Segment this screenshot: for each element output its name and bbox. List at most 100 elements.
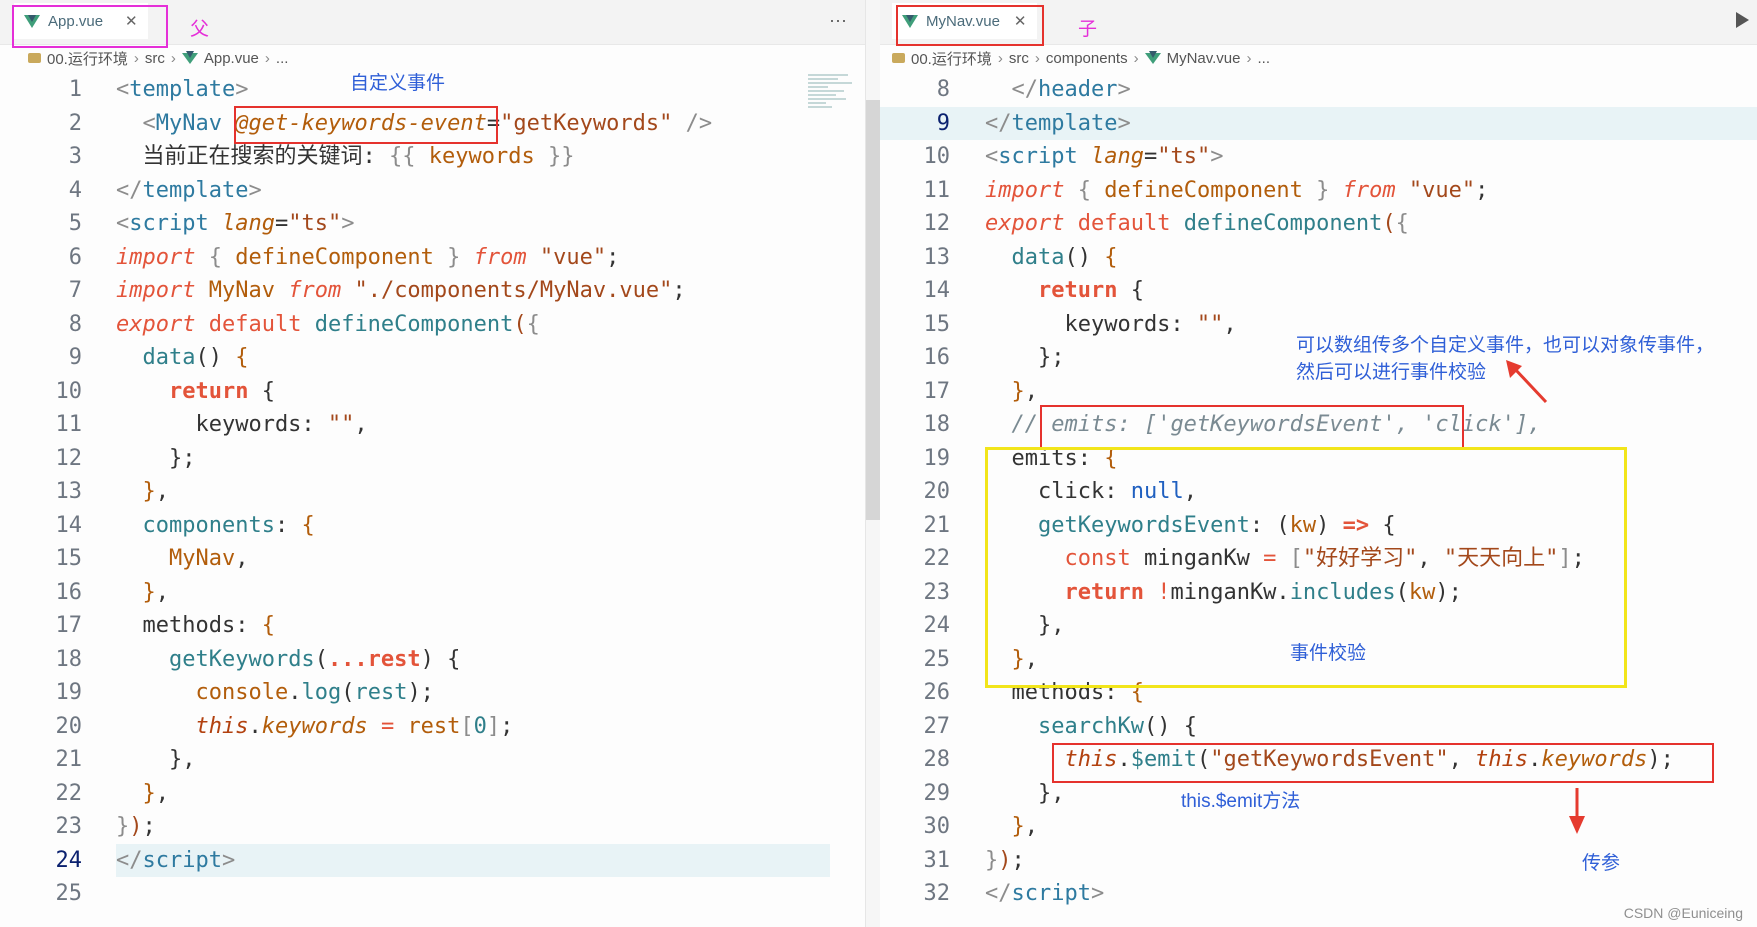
line-number: 26 [923,680,951,705]
code-line[interactable]: 7 import MyNav from "./components/MyNav.v… [0,274,865,308]
code-line[interactable]: 12 }; [0,442,865,476]
code-line[interactable]: 13 data() { [880,241,1757,275]
code-text[interactable]: import { defineComponent } from "vue"; [985,174,1488,208]
code-text[interactable]: export default defineComponent({ [116,308,540,342]
code-text[interactable]: <template> [116,73,248,107]
breadcrumb-item[interactable]: ... [1258,50,1271,67]
code-text[interactable]: export default defineComponent({ [985,207,1409,241]
code-line[interactable]: 4 </template> [0,174,865,208]
code-line[interactable]: 18 getKeywords(...rest) { [0,643,865,677]
line-number: 32 [923,881,951,906]
code-text[interactable]: return { [985,274,1144,308]
code-text[interactable]: keywords: "", [116,408,367,442]
code-line[interactable]: 10 return { [0,375,865,409]
code-text[interactable]: import { defineComponent } from "vue"; [116,241,619,275]
line-number: 15 [55,546,83,571]
code-text[interactable]: }, [116,576,170,610]
code-text[interactable]: }, [116,777,170,811]
scrollbar-thumb[interactable] [866,100,880,520]
code-line[interactable]: 3 当前正在搜索的关键词: {{ keywords }} [0,140,865,174]
breadcrumb-item[interactable]: 00.运行环境 [911,48,992,69]
code-text[interactable]: MyNav, [116,542,248,576]
run-icon[interactable] [1736,12,1749,28]
code-line[interactable]: 8 </header> [880,73,1757,107]
emit-method-annotation: this.$emit方法 [1181,791,1301,812]
code-text[interactable]: }, [985,810,1039,844]
code-text[interactable]: </template> [116,174,262,208]
code-text[interactable]: 当前正在搜索的关键词: {{ keywords }} [116,140,574,174]
code-line[interactable]: 25 [0,877,865,911]
code-line[interactable]: 24 </script> [0,843,865,878]
code-text[interactable]: searchKw() { [985,710,1197,744]
arrow-icon [1569,788,1585,834]
code-line[interactable]: 6 import { defineComponent } from "vue"; [0,241,865,275]
vue-file-icon [181,50,198,64]
code-line[interactable]: 11 import { defineComponent } from "vue"; [880,174,1757,208]
line-number: 10 [55,378,83,404]
code-text[interactable]: console.log(rest); [116,676,433,710]
line-number: 27 [923,713,951,739]
breadcrumb: 00.运行环境 › src › components › MyNav.vue ›… [880,46,1757,70]
code-text[interactable]: components: { [116,509,315,543]
code-text[interactable]: </script> [985,877,1104,911]
code-text[interactable]: data() { [985,241,1118,275]
code-line[interactable]: 21 }, [0,743,865,777]
code-line[interactable]: 23}); [0,810,865,844]
code-line[interactable]: 5 <script lang="ts"> [0,207,865,241]
code-text[interactable]: }, [985,375,1039,409]
code-text[interactable]: </script> [116,844,235,878]
code-line[interactable]: 15 MyNav, [0,542,865,576]
more-actions-icon[interactable]: ··· [829,10,847,31]
code-text[interactable]: </header> [985,73,1131,107]
code-text[interactable]: keywords: "", [985,308,1236,342]
pane-splitter[interactable] [865,0,881,927]
breadcrumb-item[interactable]: components [1046,50,1128,67]
code-line[interactable]: 30 }, [880,810,1757,844]
code-text[interactable]: this.keywords = rest[0]; [116,710,513,744]
code-line[interactable]: 17 methods: { [0,609,865,643]
code-text[interactable]: methods: { [116,609,274,643]
breadcrumb-item[interactable]: src [145,50,165,67]
code-line[interactable]: 22 }, [0,777,865,811]
code-line[interactable]: 14 return { [880,274,1757,308]
code-text[interactable]: </template> [985,107,1131,141]
code-line[interactable]: 8 export default defineComponent({ [0,308,865,342]
code-text[interactable]: <script lang="ts"> [985,140,1223,174]
code-line[interactable]: 14 components: { [0,509,865,543]
code-line[interactable]: 11 keywords: "", [0,408,865,442]
code-text[interactable]: }; [116,442,196,476]
code-line[interactable]: 10 <script lang="ts"> [880,140,1757,174]
pass-param-annotation: 传参 [1582,853,1621,874]
code-text[interactable]: data() { [116,341,249,375]
code-text[interactable]: return { [116,375,275,409]
code-text[interactable]: }, [116,743,196,777]
code-line[interactable]: 12 export default defineComponent({ [880,207,1757,241]
code-line[interactable]: 9 data() { [0,341,865,375]
breadcrumb-item[interactable]: App.vue [204,50,259,67]
code-line[interactable]: 13 }, [0,475,865,509]
code-line[interactable]: 9 </template> [880,106,1757,141]
line-number: 10 [923,144,951,169]
line-number: 16 [55,579,83,605]
line-number: 21 [55,747,83,772]
code-line[interactable]: 16 }, [0,576,865,610]
code-line[interactable]: 20 this.keywords = rest[0]; [0,710,865,744]
chevron-right-icon: › [1034,49,1040,67]
code-text[interactable]: }, [116,475,170,509]
code-text[interactable]: <script lang="ts"> [116,207,354,241]
breadcrumb-item[interactable]: 00.运行环境 [47,48,128,69]
code-text[interactable]: }); [116,810,156,844]
breadcrumb-item[interactable]: ... [276,50,289,67]
code-line[interactable]: 27 searchKw() { [880,710,1757,744]
code-text[interactable]: import MyNav from "./components/MyNav.vu… [116,274,686,308]
code-line[interactable]: 19 console.log(rest); [0,676,865,710]
breadcrumb-item[interactable]: MyNav.vue [1167,50,1241,67]
line-number: 22 [923,546,951,571]
code-lines[interactable]: 1 <template> 2 <MyNav @get-keywords-event=… [0,73,865,911]
chevron-right-icon: › [133,49,139,67]
code-line[interactable]: 31}); [880,844,1757,878]
code-text[interactable]: getKeywords(...rest) { [116,643,460,677]
breadcrumb-item[interactable]: src [1009,50,1029,67]
code-text[interactable]: }); [985,844,1025,878]
code-text[interactable]: }; [985,341,1065,375]
